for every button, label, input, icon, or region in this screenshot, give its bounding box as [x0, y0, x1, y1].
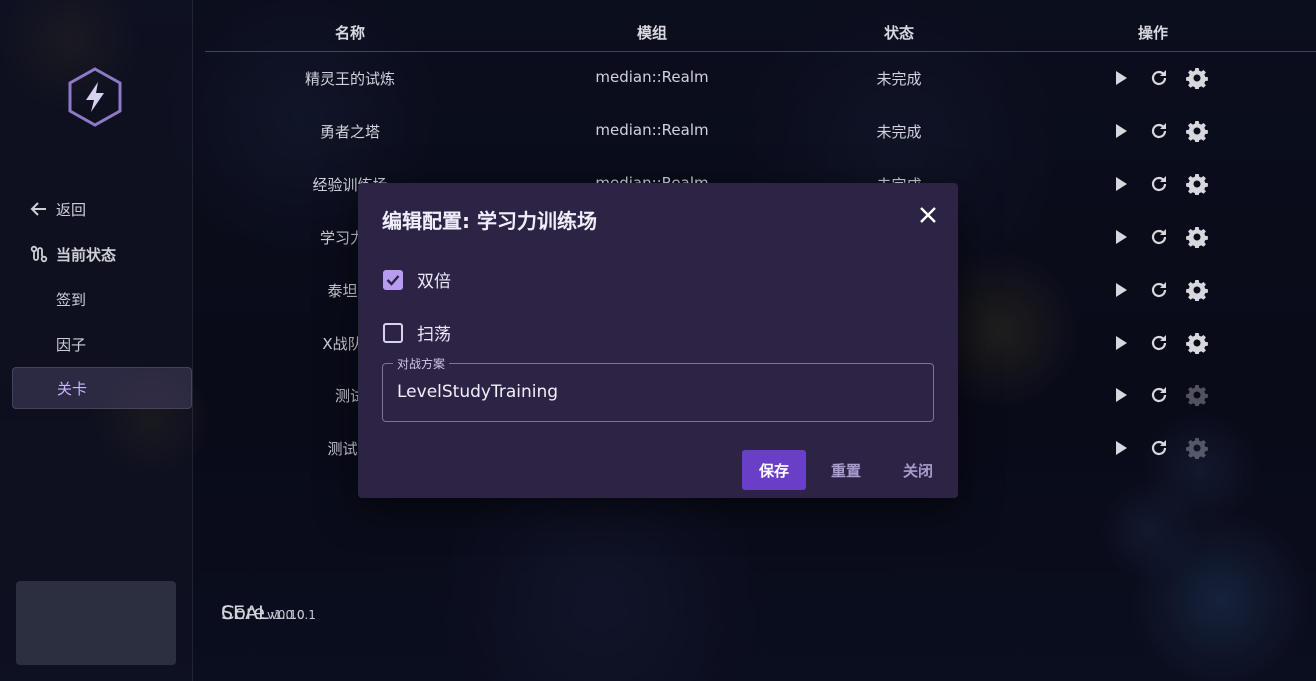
nav-current-status[interactable]: 当前状态: [12, 233, 192, 275]
row-name: 勇者之塔: [319, 123, 381, 141]
nav-levels[interactable]: 关卡: [12, 367, 192, 409]
refresh-icon[interactable]: [1148, 225, 1170, 249]
row-status: 未完成: [876, 123, 922, 141]
refresh-icon[interactable]: [1148, 331, 1170, 355]
close-icon[interactable]: [916, 203, 940, 227]
gear-icon[interactable]: [1186, 119, 1208, 143]
header-status: 状态: [883, 24, 915, 42]
header-module: 模组: [636, 24, 668, 42]
gear-icon[interactable]: [1186, 278, 1208, 302]
gear-icon[interactable]: [1186, 331, 1208, 355]
nav-current-status-label: 当前状态: [56, 245, 117, 264]
battle-plan-label: 对战方案: [393, 355, 450, 372]
refresh-icon[interactable]: [1148, 172, 1170, 196]
nav-factor-label: 因子: [56, 335, 87, 354]
row-actions: [1110, 278, 1208, 302]
nav-factor[interactable]: 因子: [12, 323, 192, 365]
play-icon[interactable]: [1110, 225, 1132, 249]
version-info: SEAL v0.10.1 Core v1.0.0: [16, 581, 316, 665]
gear-icon[interactable]: [1186, 436, 1208, 460]
nav-back-label: 返回: [56, 200, 87, 219]
route-icon: [30, 245, 54, 263]
row-actions: [1110, 172, 1208, 196]
option-double-label: 双倍: [417, 272, 451, 292]
dialog-title: 编辑配置: 学习力训练场: [382, 209, 597, 233]
gear-icon[interactable]: [1186, 383, 1208, 407]
row-actions: [1110, 383, 1208, 407]
row-module: median::Realm: [595, 68, 709, 86]
play-icon[interactable]: [1110, 278, 1132, 302]
arrow-left-icon: [30, 201, 54, 217]
play-icon[interactable]: [1110, 436, 1132, 460]
core-version: v1.0.0: [266, 607, 305, 622]
play-icon[interactable]: [1110, 383, 1132, 407]
checkbox-unchecked-icon[interactable]: [383, 322, 403, 343]
nav-levels-label: 关卡: [57, 379, 88, 398]
table-row: 勇者之塔 median::Realm 未完成: [205, 105, 1316, 158]
option-sweep[interactable]: 扫荡: [383, 320, 451, 345]
table-row: 精灵王的试炼 median::Realm 未完成: [205, 52, 1316, 105]
save-button[interactable]: 保存: [742, 450, 806, 490]
option-sweep-label: 扫荡: [417, 325, 451, 345]
header-name: 名称: [334, 24, 366, 42]
refresh-icon[interactable]: [1148, 436, 1170, 460]
play-icon[interactable]: [1110, 66, 1132, 90]
gear-icon[interactable]: [1186, 172, 1208, 196]
row-actions: [1110, 436, 1208, 460]
refresh-icon[interactable]: [1148, 383, 1170, 407]
row-actions: [1110, 331, 1208, 355]
refresh-icon[interactable]: [1148, 119, 1170, 143]
reset-button[interactable]: 重置: [814, 450, 878, 490]
gear-icon[interactable]: [1186, 66, 1208, 90]
close-button[interactable]: 关闭: [886, 450, 950, 490]
battle-plan-field[interactable]: 对战方案 LevelStudyTraining: [382, 355, 934, 422]
refresh-icon[interactable]: [1148, 278, 1170, 302]
play-icon[interactable]: [1110, 331, 1132, 355]
play-icon[interactable]: [1110, 119, 1132, 143]
lightning-hexagon-icon: [66, 66, 124, 128]
play-icon[interactable]: [1110, 172, 1132, 196]
row-actions: [1110, 66, 1208, 90]
battle-plan-value[interactable]: LevelStudyTraining: [397, 382, 558, 402]
table-header: 名称 模组 状态 操作: [205, 12, 1316, 52]
row-actions: [1110, 119, 1208, 143]
core-name: Core: [221, 601, 265, 624]
refresh-icon[interactable]: [1148, 66, 1170, 90]
nav-sign-in[interactable]: 签到: [12, 278, 192, 320]
nav-sign-in-label: 签到: [56, 290, 87, 309]
row-status: 未完成: [876, 70, 922, 88]
option-double[interactable]: 双倍: [383, 267, 451, 292]
nav-back[interactable]: 返回: [12, 188, 192, 230]
row-name: 精灵王的试炼: [304, 70, 396, 88]
edit-config-dialog: 编辑配置: 学习力训练场 双倍 扫荡 对战方案 LevelStudyTraini…: [358, 183, 958, 498]
row-actions: [1110, 225, 1208, 249]
row-module: median::Realm: [595, 121, 709, 139]
sidebar: 返回 当前状态 签到 因子 关卡 SEAL v0.10.1 Core v1.0.…: [0, 0, 316, 681]
gear-icon[interactable]: [1186, 225, 1208, 249]
checkbox-checked-icon[interactable]: [383, 269, 403, 290]
header-actions: 操作: [1137, 24, 1169, 42]
